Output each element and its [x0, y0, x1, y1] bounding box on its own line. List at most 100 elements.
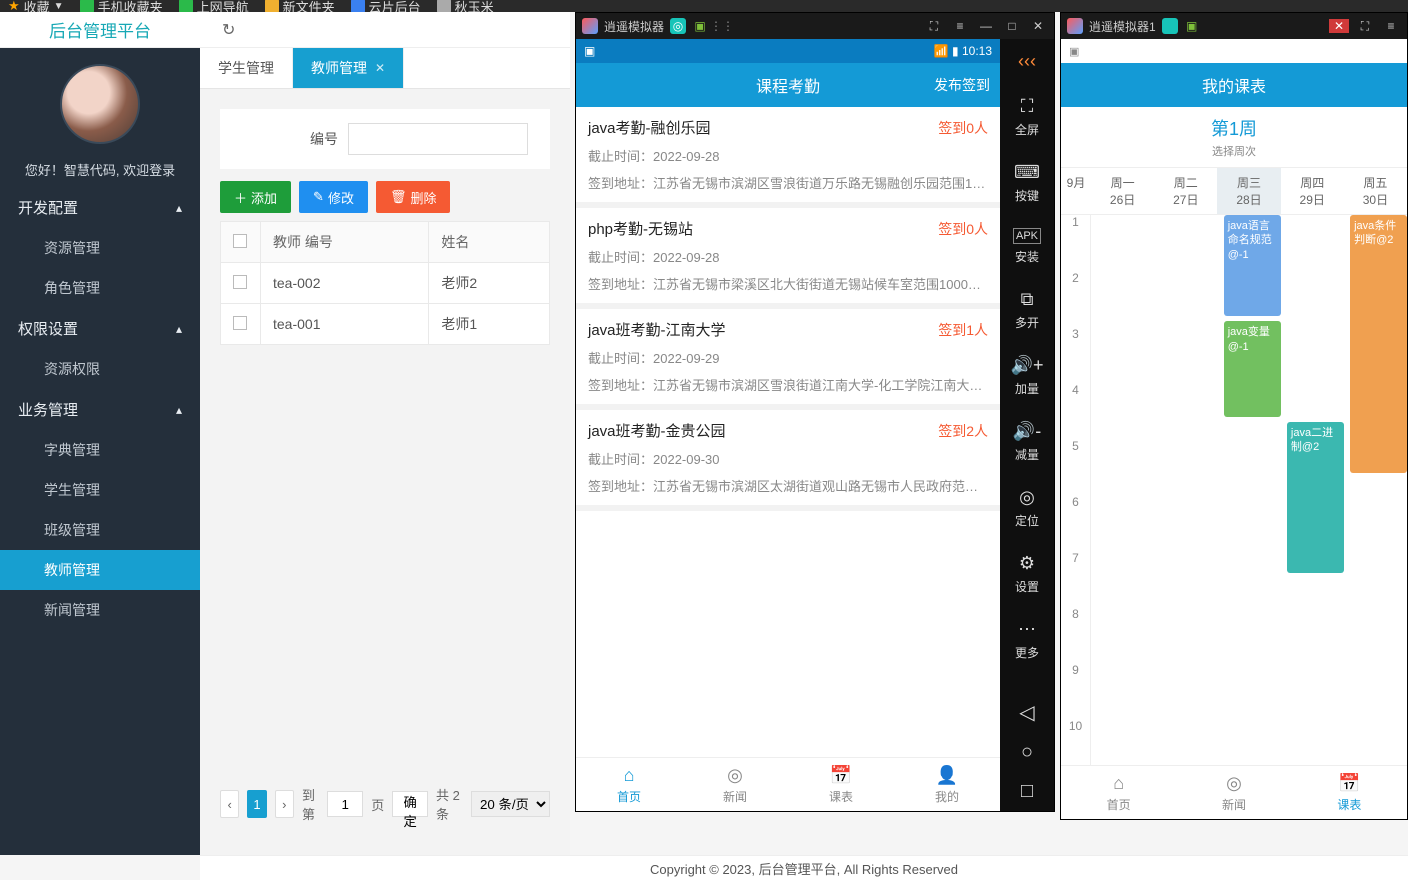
delete-button[interactable]: 🗑 删除	[376, 181, 451, 213]
fullscreen-icon[interactable]: ⛶	[924, 19, 944, 34]
bookmark-item[interactable]: 秋玉米	[437, 0, 494, 12]
emulator-titlebar[interactable]: 逍遥模拟器1 ▣ ✕ ⛶ ≡	[1061, 13, 1407, 39]
bookmark-fav[interactable]: ★收藏 ▼	[8, 0, 64, 12]
checkbox[interactable]	[233, 316, 247, 330]
nav-news[interactable]: ◎新闻	[1176, 766, 1291, 819]
avatar[interactable]	[60, 64, 140, 144]
bookmark-item[interactable]: 上网导航	[179, 0, 249, 12]
table-row[interactable]: tea-001 老师1	[221, 304, 550, 345]
rail-collapse[interactable]: ‹‹‹	[1018, 51, 1036, 72]
bookmark-item[interactable]: 云片后台	[351, 0, 421, 12]
course-block[interactable]: java二进制@2	[1287, 422, 1344, 573]
page-prev[interactable]: ‹	[220, 790, 239, 818]
bottom-nav: ⌂首页 ◎新闻 📅课表 👤我的	[576, 757, 1000, 811]
schedule-grid[interactable]: 12 34 56 78 910 java语言命名规范@-1 java变量@-1 …	[1061, 215, 1407, 775]
day-col[interactable]: 周三28日	[1217, 168, 1280, 214]
apps-icon[interactable]: ⋮⋮	[714, 18, 730, 34]
add-button[interactable]: ＋ 添加	[220, 181, 291, 213]
menu-group-biz[interactable]: 业务管理▴	[0, 389, 200, 430]
list-item[interactable]: php考勤-无锡站签到0人 截止时间：2022-09-28 签到地址：江苏省无锡…	[576, 208, 1000, 309]
list-item[interactable]: java考勤-融创乐园签到0人 截止时间：2022-09-28 签到地址：江苏省…	[576, 107, 1000, 208]
sidebar-item-role[interactable]: 角色管理	[0, 268, 200, 308]
rail-more[interactable]: ⋯更多	[1015, 619, 1039, 661]
emulator-side-rail: ‹‹‹ ⛶全屏 ⌨按键 APK安装 ⧉多开 🔊+加量 🔊-减量 ◎定位 ⚙设置 …	[1000, 39, 1054, 811]
tab-teacher[interactable]: 教师管理✕	[293, 48, 404, 88]
fullscreen-icon[interactable]: ⛶	[1355, 19, 1375, 34]
nav-me[interactable]: 👤我的	[894, 758, 1000, 811]
pagination: ‹ 1 › 到第 页 确定 共 2 条 20 条/页	[220, 773, 550, 835]
sidebar-item-resperm[interactable]: 资源权限	[0, 349, 200, 389]
checkbox[interactable]	[233, 275, 247, 289]
day-col[interactable]: 周四29日	[1281, 168, 1344, 214]
sidebar-item-resource[interactable]: 资源管理	[0, 228, 200, 268]
tab-student[interactable]: 学生管理	[200, 48, 293, 88]
edit-button[interactable]: ✎ 修改	[299, 181, 368, 213]
sidebar-item-class[interactable]: 班级管理	[0, 510, 200, 550]
maximize-icon[interactable]: □	[1002, 19, 1022, 33]
multi-instance-icon[interactable]: ◎	[670, 18, 686, 34]
rail-fullscreen[interactable]: ⛶全屏	[1015, 96, 1039, 138]
rail-location[interactable]: ◎定位	[1015, 487, 1039, 529]
sidebar-item-student[interactable]: 学生管理	[0, 470, 200, 510]
battery-icon: ▮	[952, 44, 959, 58]
menu-icon[interactable]: ≡	[950, 19, 970, 33]
android-back-icon[interactable]: ◁	[1019, 692, 1034, 733]
user-icon: 👤	[936, 765, 958, 786]
close-icon[interactable]: ✕	[1028, 19, 1048, 33]
rail-install[interactable]: APK安装	[1013, 228, 1041, 265]
menu-group-perm[interactable]: 权限设置▴	[0, 308, 200, 349]
day-col[interactable]: 周五30日	[1344, 168, 1407, 214]
android-recent-icon[interactable]: □	[1021, 772, 1033, 811]
emulator-window-2: 逍遥模拟器1 ▣ ✕ ⛶ ≡ ▣ 我的课表 第1周 选择周次 9月 周一26日 …	[1060, 12, 1408, 820]
nav-schedule[interactable]: 📅课表	[788, 758, 894, 811]
nav-home[interactable]: ⌂首页	[576, 758, 682, 811]
multi-instance-icon[interactable]	[1162, 18, 1178, 34]
checkbox-all[interactable]	[233, 234, 247, 248]
tabs-bar: 学生管理 教师管理✕	[200, 48, 570, 89]
attendance-list[interactable]: java考勤-融创乐园签到0人 截止时间：2022-09-28 签到地址：江苏省…	[576, 107, 1000, 571]
android-icon: ▣	[1184, 18, 1200, 34]
table-row[interactable]: tea-002 老师2	[221, 263, 550, 304]
course-block[interactable]: java语言命名规范@-1	[1224, 215, 1281, 316]
rail-keys[interactable]: ⌨按键	[1014, 162, 1040, 204]
menu-group-dev[interactable]: 开发配置▴	[0, 187, 200, 228]
close-icon[interactable]: ✕	[375, 61, 385, 75]
app-header: 课程考勤 发布签到	[576, 63, 1000, 107]
home-icon: ⌂	[1113, 773, 1124, 794]
close-icon[interactable]: ✕	[1329, 19, 1349, 33]
sidebar-item-teacher[interactable]: 教师管理	[0, 550, 200, 590]
page-confirm-button[interactable]: 确定	[392, 791, 428, 817]
rail-volup[interactable]: 🔊+加量	[1011, 355, 1044, 397]
nav-home[interactable]: ⌂首页	[1061, 766, 1176, 819]
course-block[interactable]: java条件判断@2	[1350, 215, 1407, 473]
sidebar-item-news[interactable]: 新闻管理	[0, 590, 200, 630]
week-selector[interactable]: 第1周 选择周次	[1061, 107, 1407, 168]
android-home-icon[interactable]: ○	[1021, 733, 1033, 772]
emulator-titlebar[interactable]: 逍遥模拟器 ◎ ▣ ⋮⋮ ⛶ ≡ — □ ✕	[576, 13, 1054, 39]
rail-settings[interactable]: ⚙设置	[1015, 553, 1039, 595]
search-input[interactable]	[348, 123, 528, 155]
calendar-icon: 📅	[1338, 773, 1360, 794]
page-size-select[interactable]: 20 条/页	[471, 791, 550, 817]
list-item[interactable]: java班考勤-江南大学签到1人 截止时间：2022-09-29 签到地址：江苏…	[576, 309, 1000, 410]
rail-multi[interactable]: ⧉多开	[1015, 289, 1039, 331]
refresh-icon[interactable]: ↻	[222, 20, 235, 40]
course-block[interactable]: java变量@-1	[1224, 321, 1281, 416]
rail-voldown[interactable]: 🔊-减量	[1013, 421, 1041, 463]
page-title: 课程考勤	[756, 73, 820, 97]
app-header: 我的课表	[1061, 63, 1407, 107]
bookmark-item[interactable]: 新文件夹	[265, 0, 335, 12]
bookmark-item[interactable]: 手机收藏夹	[80, 0, 163, 12]
menu-icon[interactable]: ≡	[1381, 19, 1401, 33]
nav-schedule[interactable]: 📅课表	[1292, 766, 1407, 819]
minimize-icon[interactable]: —	[976, 19, 996, 33]
page-goto-input[interactable]	[327, 791, 363, 817]
day-col[interactable]: 周一26日	[1091, 168, 1154, 214]
page-next[interactable]: ›	[275, 790, 294, 818]
sidebar-item-dict[interactable]: 字典管理	[0, 430, 200, 470]
publish-button[interactable]: 发布签到	[934, 75, 990, 95]
list-item[interactable]: java班考勤-金贵公园签到2人 截止时间：2022-09-30 签到地址：江苏…	[576, 410, 1000, 511]
page-number[interactable]: 1	[247, 790, 266, 818]
nav-news[interactable]: ◎新闻	[682, 758, 788, 811]
day-col[interactable]: 周二27日	[1154, 168, 1217, 214]
